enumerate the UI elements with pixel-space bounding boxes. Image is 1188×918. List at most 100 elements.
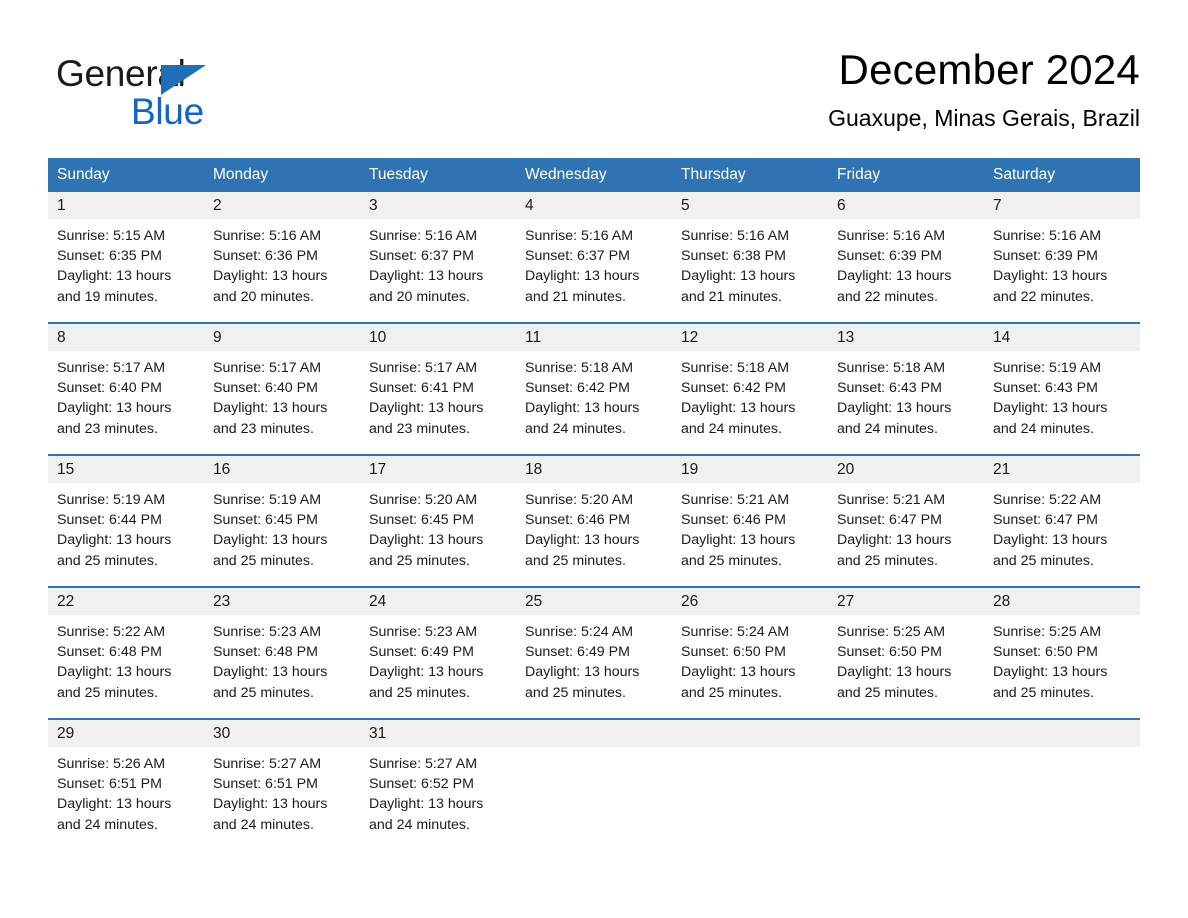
daylight-text-line2: and 25 minutes. [681,552,782,569]
sunset-text: Sunset: 6:36 PM [213,248,318,265]
day-cell[interactable]: 22 Sunrise: 5:22 AM Sunset: 6:48 PM Dayligh… [48,586,204,719]
day-cell[interactable]: 17 Sunrise: 5:20 AM Sunset: 6:45 PM Dayligh… [360,454,516,587]
day-cell[interactable]: 28 Sunrise: 5:25 AM Sunset: 6:50 PM Dayligh… [984,586,1140,719]
daylight-text-line2: and 25 minutes. [369,552,470,569]
sunset-text: Sunset: 6:46 PM [525,512,630,529]
day-number: 4 [516,192,672,219]
day-info: Sunrise: 5:16 AM Sunset: 6:37 PM Daylight:… [360,219,516,307]
day-cell[interactable]: 1 Sunrise: 5:15 AM Sunset: 6:35 PM Daylight… [48,192,204,323]
day-cell[interactable]: 24 Sunrise: 5:23 AM Sunset: 6:49 PM Dayligh… [360,586,516,719]
day-cell[interactable]: 12 Sunrise: 5:18 AM Sunset: 6:42 PM Dayligh… [672,322,828,455]
sunrise-text: Sunrise: 5:19 AM [993,360,1102,376]
day-number: 9 [204,324,360,351]
day-cell[interactable]: 31 Sunrise: 5:27 AM Sunset: 6:52 PM Dayligh… [360,718,516,850]
day-cell[interactable]: 7 Sunrise: 5:16 AM Sunset: 6:39 PM Daylight… [984,192,1140,323]
day-cell-empty [516,718,672,850]
day-cell[interactable]: 13 Sunrise: 5:18 AM Sunset: 6:43 PM Dayligh… [828,322,984,455]
calendar-week-row: 15 Sunrise: 5:19 AM Sunset: 6:44 PM Dayligh… [48,454,1140,587]
day-number: 28 [984,588,1140,615]
day-cell[interactable]: 9 Sunrise: 5:17 AM Sunset: 6:40 PM Daylight… [204,322,360,455]
sunset-text: Sunset: 6:43 PM [837,380,942,397]
weekday-header-sunday: Sunday [48,158,204,192]
day-cell[interactable]: 5 Sunrise: 5:16 AM Sunset: 6:38 PM Daylight… [672,192,828,323]
day-cell[interactable]: 29 Sunrise: 5:26 AM Sunset: 6:51 PM Dayligh… [48,718,204,850]
day-cell-empty [672,718,828,850]
day-info: Sunrise: 5:19 AM Sunset: 6:43 PM Daylight:… [984,351,1140,439]
daylight-text-line2: and 22 minutes. [993,288,1094,305]
day-cell[interactable]: 11 Sunrise: 5:18 AM Sunset: 6:42 PM Dayligh… [516,322,672,455]
page-subtitle: Guaxupe, Minas Gerais, Brazil [828,105,1140,131]
day-cell[interactable]: 26 Sunrise: 5:24 AM Sunset: 6:50 PM Dayligh… [672,586,828,719]
day-cell[interactable]: 16 Sunrise: 5:19 AM Sunset: 6:45 PM Dayligh… [204,454,360,587]
daylight-text-line2: and 25 minutes. [525,552,626,569]
day-info: Sunrise: 5:25 AM Sunset: 6:50 PM Daylight:… [828,615,984,703]
day-number: 21 [984,456,1140,483]
day-cell[interactable]: 15 Sunrise: 5:19 AM Sunset: 6:44 PM Dayligh… [48,454,204,587]
sunrise-text: Sunrise: 5:17 AM [57,360,166,376]
day-cell[interactable]: 2 Sunrise: 5:16 AM Sunset: 6:36 PM Daylight… [204,192,360,323]
day-cell[interactable]: 10 Sunrise: 5:17 AM Sunset: 6:41 PM Dayligh… [360,322,516,455]
sunrise-text: Sunrise: 5:16 AM [993,228,1102,244]
day-cell[interactable]: 20 Sunrise: 5:21 AM Sunset: 6:47 PM Dayligh… [828,454,984,587]
day-cell[interactable]: 23 Sunrise: 5:23 AM Sunset: 6:48 PM Dayligh… [204,586,360,719]
day-number: 27 [828,588,984,615]
sunset-text: Sunset: 6:50 PM [681,644,786,661]
day-cell[interactable]: 4 Sunrise: 5:16 AM Sunset: 6:37 PM Daylight… [516,192,672,323]
day-info: Sunrise: 5:16 AM Sunset: 6:39 PM Daylight:… [828,219,984,307]
day-number: 22 [48,588,204,615]
daylight-text-line1: Daylight: 13 hours [57,400,172,417]
day-cell[interactable]: 18 Sunrise: 5:20 AM Sunset: 6:46 PM Dayligh… [516,454,672,587]
sunset-text: Sunset: 6:39 PM [837,248,942,265]
sunrise-text: Sunrise: 5:26 AM [57,756,166,772]
day-number: 19 [672,456,828,483]
day-number: 17 [360,456,516,483]
sunrise-text: Sunrise: 5:23 AM [369,624,478,640]
sunrise-text: Sunrise: 5:16 AM [525,228,634,244]
day-cell[interactable]: 8 Sunrise: 5:17 AM Sunset: 6:40 PM Daylight… [48,322,204,455]
daylight-text-line1: Daylight: 13 hours [57,664,172,681]
daylight-text-line1: Daylight: 13 hours [681,532,796,549]
daylight-text-line1: Daylight: 13 hours [213,664,328,681]
weekday-header-wednesday: Wednesday [516,158,672,192]
daylight-text-line1: Daylight: 13 hours [213,400,328,417]
day-cell[interactable]: 6 Sunrise: 5:16 AM Sunset: 6:39 PM Daylight… [828,192,984,323]
sunset-text: Sunset: 6:49 PM [369,644,474,661]
sunset-text: Sunset: 6:47 PM [837,512,942,529]
sunset-text: Sunset: 6:39 PM [993,248,1098,265]
day-info: Sunrise: 5:18 AM Sunset: 6:42 PM Daylight:… [672,351,828,439]
sunrise-text: Sunrise: 5:20 AM [369,492,478,508]
day-info: Sunrise: 5:25 AM Sunset: 6:50 PM Daylight:… [984,615,1140,703]
sunset-text: Sunset: 6:43 PM [993,380,1098,397]
daylight-text-line2: and 24 minutes. [213,816,314,833]
sunrise-text: Sunrise: 5:16 AM [213,228,322,244]
daylight-text-line2: and 25 minutes. [57,552,158,569]
daylight-text-line1: Daylight: 13 hours [213,796,328,813]
sunrise-text: Sunrise: 5:19 AM [57,492,166,508]
general-blue-logo[interactable]: General Blue [56,52,286,134]
daylight-text-line1: Daylight: 13 hours [369,664,484,681]
sunrise-text: Sunrise: 5:16 AM [369,228,478,244]
day-info: Sunrise: 5:17 AM Sunset: 6:40 PM Daylight:… [204,351,360,439]
day-info: Sunrise: 5:22 AM Sunset: 6:48 PM Daylight:… [48,615,204,703]
sunset-text: Sunset: 6:37 PM [525,248,630,265]
day-info: Sunrise: 5:22 AM Sunset: 6:47 PM Daylight:… [984,483,1140,571]
daylight-text-line2: and 25 minutes. [837,552,938,569]
day-cell-empty [984,718,1140,850]
sunrise-text: Sunrise: 5:16 AM [681,228,790,244]
sunrise-text: Sunrise: 5:25 AM [993,624,1102,640]
daylight-text-line2: and 21 minutes. [681,288,782,305]
day-info: Sunrise: 5:16 AM Sunset: 6:38 PM Daylight:… [672,219,828,307]
day-cell[interactable]: 30 Sunrise: 5:27 AM Sunset: 6:51 PM Dayligh… [204,718,360,850]
sunrise-text: Sunrise: 5:21 AM [837,492,946,508]
daylight-text-line1: Daylight: 13 hours [369,532,484,549]
day-cell[interactable]: 21 Sunrise: 5:22 AM Sunset: 6:47 PM Dayligh… [984,454,1140,587]
day-cell[interactable]: 27 Sunrise: 5:25 AM Sunset: 6:50 PM Dayligh… [828,586,984,719]
sunset-text: Sunset: 6:50 PM [993,644,1098,661]
day-cell[interactable]: 19 Sunrise: 5:21 AM Sunset: 6:46 PM Dayligh… [672,454,828,587]
sunset-text: Sunset: 6:49 PM [525,644,630,661]
sunrise-text: Sunrise: 5:24 AM [681,624,790,640]
daylight-text-line1: Daylight: 13 hours [369,796,484,813]
day-cell[interactable]: 3 Sunrise: 5:16 AM Sunset: 6:37 PM Daylight… [360,192,516,323]
day-cell[interactable]: 25 Sunrise: 5:24 AM Sunset: 6:49 PM Dayligh… [516,586,672,719]
day-cell[interactable]: 14 Sunrise: 5:19 AM Sunset: 6:43 PM Dayligh… [984,322,1140,455]
